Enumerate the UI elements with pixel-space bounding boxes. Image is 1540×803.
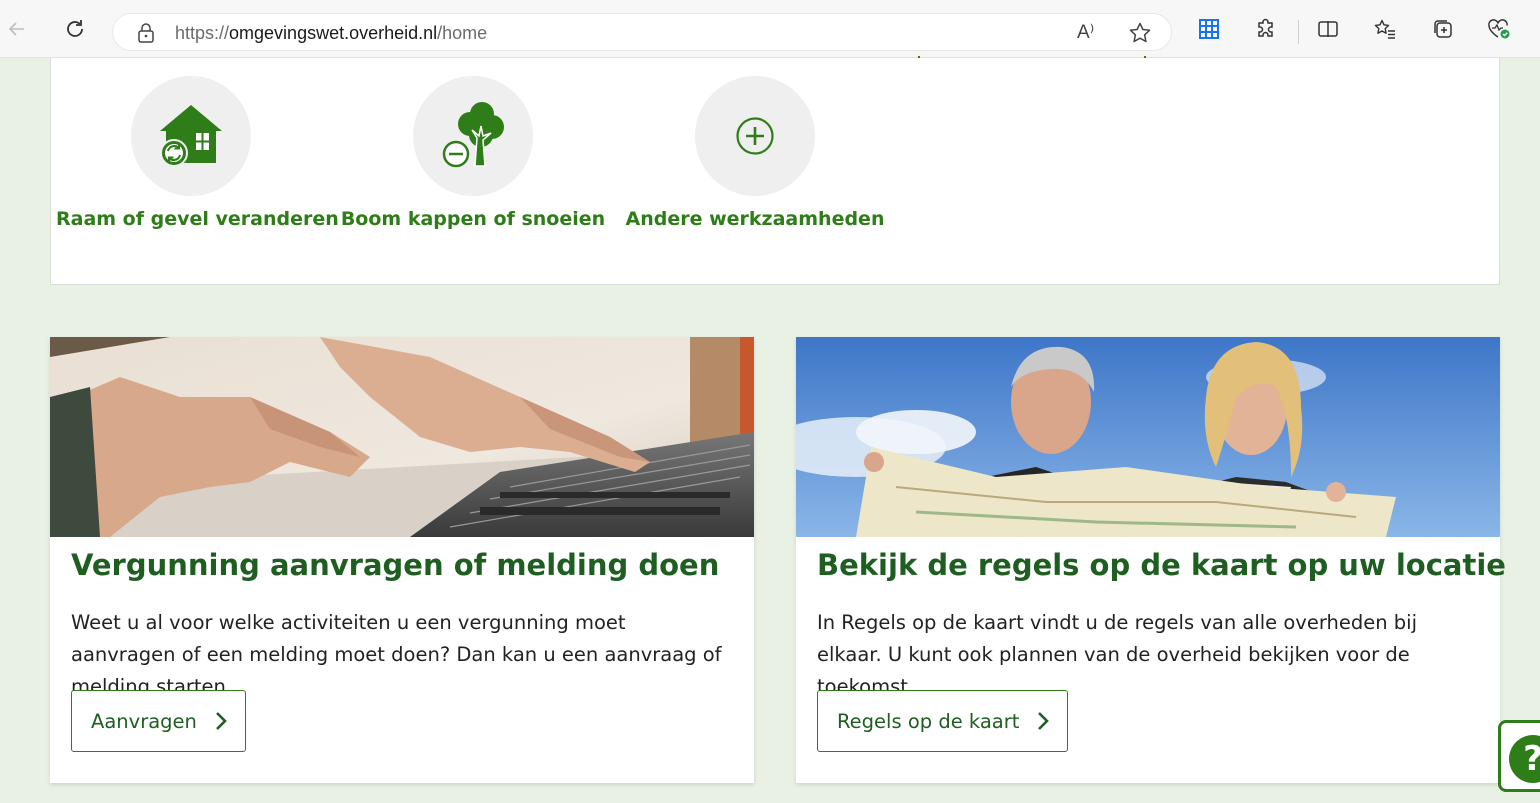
read-aloud-icon[interactable]: A⁾ — [1077, 21, 1094, 44]
browser-essentials-icon[interactable] — [1486, 16, 1512, 42]
people-with-map-photo — [796, 337, 1500, 537]
laptop-typing-photo — [50, 337, 754, 537]
tree-minus-icon — [442, 102, 504, 168]
button-label: Aanvragen — [91, 709, 197, 733]
plus-circle-icon — [736, 117, 774, 155]
app-grid-icon[interactable] — [1196, 16, 1222, 42]
card-description: Weet u al voor welke activiteiten u een … — [71, 611, 722, 698]
favorite-star-icon[interactable] — [1127, 20, 1153, 46]
regels-op-de-kaart-button[interactable]: Regels op de kaart — [817, 690, 1069, 752]
split-screen-icon[interactable] — [1315, 16, 1341, 42]
category-raam-gevel[interactable]: Raam of gevel veranderen — [56, 76, 339, 230]
category-icon-circle — [695, 76, 815, 196]
category-icon-circle — [131, 76, 251, 196]
category-label: Raam of gevel veranderen — [56, 208, 339, 230]
card-vergunning: Vergunning aanvragen of melding doen Wee… — [50, 337, 754, 783]
card-title: Vergunning aanvragen of melding doen — [71, 548, 720, 582]
aanvragen-button[interactable]: Aanvragen — [71, 690, 246, 752]
chevron-right-icon — [215, 712, 227, 730]
toolbar-divider — [1298, 20, 1299, 44]
browser-toolbar: https://omgevingswet.overheid.nl/home A⁾ — [0, 0, 1540, 58]
category-label: Boom kappen of snoeien — [340, 208, 606, 230]
card-regels-kaart: Bekijk de regels op de kaart op uw locat… — [796, 337, 1506, 783]
category-icon-circle — [413, 76, 533, 196]
category-boom-kappen[interactable]: Boom kappen of snoeien — [338, 76, 608, 230]
back-arrow-icon[interactable] — [4, 16, 30, 42]
help-button[interactable]: ? — [1498, 720, 1540, 792]
activity-category-panel: Raam of gevel veranderen Boom kappen of … — [50, 58, 1500, 285]
chevron-right-icon — [1038, 712, 1050, 730]
question-mark-icon: ? — [1509, 735, 1540, 783]
category-label: Andere werkzaamheden — [625, 208, 885, 230]
card-description: In Regels op de kaart vindt u de regels … — [817, 611, 1417, 698]
url-text[interactable]: https://omgevingswet.overheid.nl/home — [175, 23, 487, 44]
lock-icon[interactable] — [135, 22, 157, 44]
house-window-icon — [160, 105, 222, 167]
extensions-icon[interactable] — [1253, 16, 1279, 42]
button-label: Regels op de kaart — [837, 709, 1020, 733]
card-title: Bekijk de regels op de kaart op uw locat… — [817, 548, 1506, 582]
reload-icon[interactable] — [62, 16, 88, 42]
address-bar[interactable]: https://omgevingswet.overheid.nl/home A⁾ — [112, 13, 1172, 51]
category-andere-werkzaamheden[interactable]: Andere werkzaamheden — [620, 76, 890, 230]
collections-icon[interactable] — [1430, 16, 1456, 42]
favorites-list-icon[interactable] — [1372, 16, 1398, 42]
